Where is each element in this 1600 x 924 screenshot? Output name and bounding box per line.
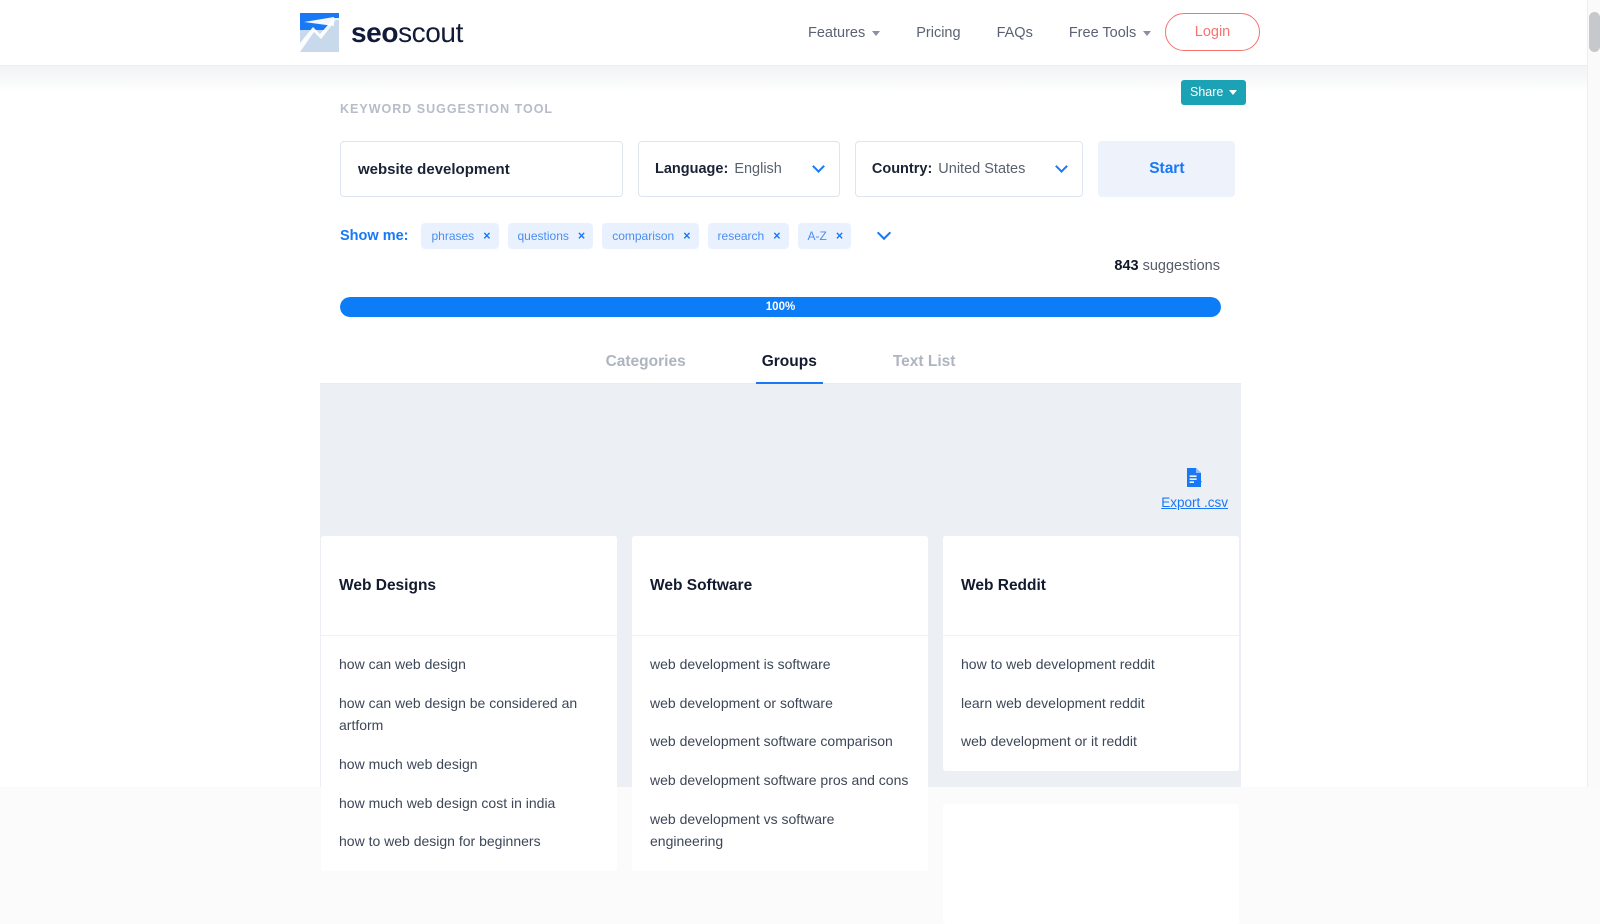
share-button[interactable]: Share [1181, 80, 1247, 105]
page-scrollbar[interactable] [1587, 0, 1600, 787]
group-card-body: how to web development reddit learn web … [943, 636, 1239, 771]
filter-tag-label: A-Z [807, 229, 827, 243]
keyword-item[interactable]: how can web design be considered an artf… [339, 692, 599, 737]
filter-tag-label: research [717, 229, 765, 243]
chevron-down-icon [1143, 30, 1152, 36]
group-card-header: Web Designs [321, 536, 617, 636]
country-select-value: United States [938, 161, 1026, 177]
results-panel: Export .csv Web Designs how can web desi… [320, 384, 1241, 924]
suggestion-count-label: suggestions [1142, 258, 1220, 274]
keyword-item[interactable]: how much web design [339, 753, 599, 776]
nav-item-label: FAQs [996, 25, 1033, 41]
chevron-down-icon [812, 160, 825, 173]
filter-tags-row: Show me: phrases × questions × compariso… [340, 223, 892, 249]
keyword-item[interactable]: web development is software [650, 653, 910, 676]
filter-tag-comparison[interactable]: comparison × [602, 223, 699, 249]
tab-groups[interactable]: Groups [755, 341, 823, 385]
page-title: KEYWORD SUGGESTION TOOL [340, 102, 554, 116]
chevron-down-icon [1229, 89, 1238, 95]
search-controls: Language: English Country: United States… [340, 141, 1236, 197]
export-csv-label: Export .csv [1161, 495, 1228, 510]
keyword-item[interactable]: how much web design cost in india [339, 792, 599, 815]
language-select-value: English [734, 161, 782, 177]
logo-wordmark: seoscout [351, 16, 463, 48]
filter-tag-research[interactable]: research × [707, 223, 789, 249]
chart-mountain-icon [300, 13, 339, 52]
nav-item-label: Pricing [916, 25, 961, 41]
logo-word-seo: seo [351, 16, 399, 48]
filter-tag-label: questions [517, 229, 569, 243]
suggestion-count-value: 843 [1114, 258, 1139, 274]
close-icon[interactable]: × [836, 229, 843, 243]
group-column-1: Web Designs how can web design how can w… [321, 536, 617, 924]
filter-tag-questions[interactable]: questions × [507, 223, 594, 249]
filter-tag-label: phrases [431, 229, 475, 243]
language-select[interactable]: Language: English [638, 141, 840, 197]
export-csv-link[interactable]: Export .csv [1161, 467, 1228, 510]
country-select-label: Country: [871, 161, 933, 177]
login-button-label: Login [1194, 24, 1231, 40]
group-column-3: Web Reddit how to web development reddit… [943, 536, 1239, 924]
results-tabs: Categories Groups Text List [320, 341, 1241, 385]
group-card-web-software: Web Software web development is software… [632, 536, 928, 872]
group-card-body: web development is software web developm… [632, 636, 928, 871]
keyword-item[interactable]: learn web development reddit [961, 692, 1221, 715]
group-card-title: Web Software [650, 576, 753, 594]
nav-item-label: Free Tools [1068, 25, 1137, 41]
keyword-item[interactable]: web development or software [650, 692, 910, 715]
tab-categories[interactable]: Categories [600, 341, 692, 382]
nav-item-free-tools[interactable]: Free Tools [1051, 25, 1169, 41]
logo[interactable]: seoscout [300, 13, 463, 52]
keyword-input[interactable] [340, 141, 623, 197]
keyword-item[interactable]: how to web design for beginners [339, 830, 599, 853]
suggestion-count: 843 suggestions [0, 258, 1220, 274]
page-content: Share KEYWORD SUGGESTION TOOL Language: … [0, 66, 1587, 924]
keyword-item[interactable]: web development software comparison [650, 730, 910, 753]
group-card-title: Web Reddit [961, 576, 1046, 594]
keyword-item[interactable]: web development vs software engineering [650, 808, 910, 853]
filter-tag-label: comparison [612, 229, 675, 243]
share-button-label: Share [1190, 85, 1224, 99]
group-card-body: how can web design how can web design be… [321, 636, 617, 871]
chevron-down-icon [1055, 160, 1069, 173]
site-header: seoscout Features Pricing FAQs Free Tool… [0, 0, 1587, 66]
scrollbar-thumb[interactable] [1589, 12, 1600, 52]
group-card-next [943, 804, 1239, 924]
logo-word-scout: scout [398, 16, 463, 48]
keyword-item[interactable]: web development software pros and cons [650, 769, 910, 792]
tab-text-list[interactable]: Text List [887, 341, 962, 382]
group-card-web-designs: Web Designs how can web design how can w… [321, 536, 617, 872]
nav-item-faqs[interactable]: FAQs [979, 25, 1051, 41]
group-card-title: Web Designs [339, 576, 437, 594]
nav-item-pricing[interactable]: Pricing [898, 25, 978, 41]
group-card-header: Web Reddit [943, 536, 1239, 636]
file-export-icon [1185, 467, 1205, 493]
show-me-label: Show me: [340, 228, 409, 244]
country-select[interactable]: Country: United States [854, 141, 1084, 197]
group-card-header: Web Software [632, 536, 928, 636]
chevron-down-icon [872, 30, 881, 36]
main-navigation: Features Pricing FAQs Free Tools [790, 0, 1169, 66]
nav-item-label: Features [808, 25, 866, 41]
keyword-item[interactable]: web development or it reddit [961, 730, 1221, 753]
progress-bar: 100% [340, 297, 1221, 317]
close-icon[interactable]: × [578, 229, 585, 243]
group-card-web-reddit: Web Reddit how to web development reddit… [943, 536, 1239, 772]
start-button[interactable]: Start [1098, 141, 1236, 197]
group-column-2: Web Software web development is software… [632, 536, 928, 924]
filter-tag-phrases[interactable]: phrases × [421, 223, 499, 249]
group-cards: Web Designs how can web design how can w… [321, 536, 1240, 924]
nav-item-features[interactable]: Features [790, 25, 898, 41]
chevron-down-icon[interactable] [877, 225, 892, 241]
progress-bar-fill: 100% [340, 297, 1221, 317]
keyword-item[interactable]: how to web development reddit [961, 653, 1221, 676]
close-icon[interactable]: × [773, 229, 780, 243]
filter-tag-a-z[interactable]: A-Z × [797, 223, 852, 249]
top-gradient [0, 66, 1587, 92]
close-icon[interactable]: × [483, 229, 490, 243]
login-button[interactable]: Login [1165, 13, 1260, 51]
keyword-item[interactable]: how can web design [339, 653, 599, 676]
language-select-label: Language: [655, 161, 729, 177]
close-icon[interactable]: × [683, 229, 690, 243]
